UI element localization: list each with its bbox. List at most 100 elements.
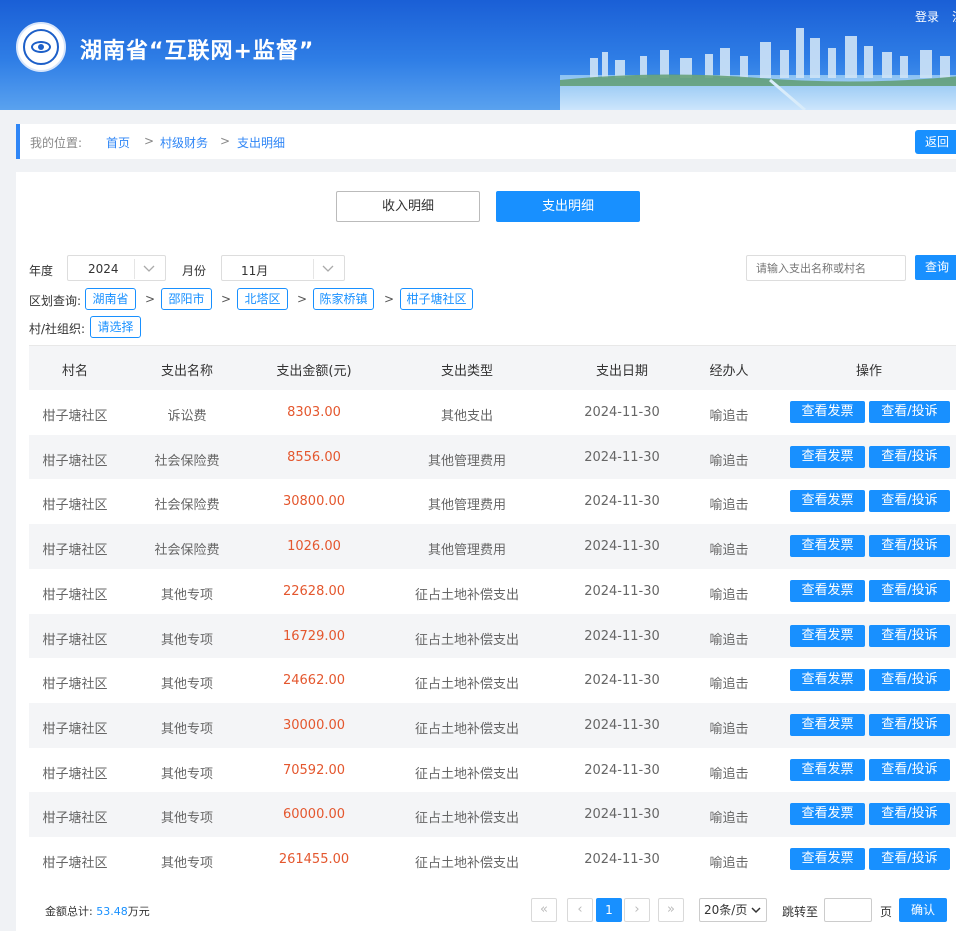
cell-handler: 喻追击 xyxy=(709,766,749,782)
cell-expense-name: 其他专项 xyxy=(160,766,213,782)
last-page-button[interactable]: » xyxy=(658,898,684,922)
cell-village: 柑子塘社区 xyxy=(42,587,108,603)
col-village: 村名 xyxy=(61,364,88,379)
table-row: 柑子塘社区 其他专项 30000.00 征占土地补偿支出 2024-11-30 喻追击 查看… xyxy=(29,702,956,748)
view-complain-button[interactable]: 查看/投诉 xyxy=(869,624,950,647)
view-complain-button[interactable]: 查看/投诉 xyxy=(869,713,950,736)
confirm-jump-button[interactable]: 确认 xyxy=(899,898,947,922)
page-size-select[interactable]: 20条/页 xyxy=(699,898,767,922)
cell-expense-name: 其他专项 xyxy=(160,721,213,737)
view-complain-button[interactable]: 查看/投诉 xyxy=(869,758,950,781)
col-actions: 操作 xyxy=(855,364,882,379)
breadcrumb-expense-detail[interactable]: 支出明细 xyxy=(237,134,285,151)
register-link[interactable]: 注 xyxy=(952,8,956,25)
cell-amount: 24662.00 xyxy=(282,673,346,689)
view-complain-button[interactable]: 查看/投诉 xyxy=(869,401,950,423)
view-invoice-button[interactable]: 查看发票 xyxy=(790,445,865,468)
region-separator: > xyxy=(297,292,308,306)
view-complain-button[interactable]: 查看/投诉 xyxy=(869,535,950,558)
breadcrumb-home[interactable]: 首页 xyxy=(106,134,130,151)
cell-amount: 22628.00 xyxy=(282,583,346,599)
region-separator: > xyxy=(145,292,156,306)
jump-page-input[interactable] xyxy=(824,898,872,922)
breadcrumb-separator: > xyxy=(144,134,155,148)
prev-page-button[interactable]: ‹ xyxy=(567,898,593,922)
cell-date: 2024-11-30 xyxy=(584,673,660,689)
view-invoice-button[interactable]: 查看发票 xyxy=(790,535,865,558)
cell-expense-name: 社会保险费 xyxy=(154,453,220,469)
cell-date: 2024-11-30 xyxy=(584,494,660,510)
region-chip-community[interactable]: 柑子塘社区 xyxy=(400,288,473,310)
cell-date: 2024-11-30 xyxy=(584,583,660,599)
query-button[interactable]: 查询 xyxy=(915,255,956,280)
back-button[interactable]: 返回 xyxy=(915,130,956,154)
cell-expense-name: 社会保险费 xyxy=(154,498,220,514)
cell-expense-name: 其他专项 xyxy=(160,811,213,827)
view-invoice-button[interactable]: 查看发票 xyxy=(790,803,865,826)
cell-expense-name: 其他专项 xyxy=(160,632,213,648)
view-invoice-button[interactable]: 查看发票 xyxy=(790,579,865,602)
cell-type: 征占土地补偿支出 xyxy=(414,632,519,648)
view-invoice-button[interactable]: 查看发票 xyxy=(790,624,865,647)
month-label: 月份 xyxy=(182,264,207,278)
table-row: 柑子塘社区 其他专项 70592.00 征占土地补偿支出 2024-11-30 喻追击 查看… xyxy=(29,747,956,793)
cell-amount: 70592.00 xyxy=(282,762,346,778)
cell-handler: 喻追击 xyxy=(709,453,749,469)
tab-income-detail[interactable]: 收入明细 xyxy=(336,191,480,222)
cell-handler: 喻追击 xyxy=(709,632,749,648)
cell-date: 2024-11-30 xyxy=(584,628,660,644)
view-complain-button[interactable]: 查看/投诉 xyxy=(869,490,950,513)
cell-date: 2024-11-30 xyxy=(584,539,660,555)
org-select-button[interactable]: 请选择 xyxy=(90,316,141,338)
next-page-button[interactable]: › xyxy=(624,898,650,922)
cell-date: 2024-11-30 xyxy=(584,449,660,465)
cell-amount: 261455.00 xyxy=(278,852,350,867)
cell-handler: 喻追击 xyxy=(709,498,749,514)
table-row: 柑子塘社区 其他专项 24662.00 征占土地补偿支出 2024-11-30 喻追击 查看… xyxy=(29,658,956,704)
view-complain-button[interactable]: 查看/投诉 xyxy=(869,848,950,870)
view-invoice-button[interactable]: 查看发票 xyxy=(790,758,865,781)
cell-village: 柑子塘社区 xyxy=(42,543,108,559)
search-input[interactable] xyxy=(746,255,906,281)
region-label: 区划查询: xyxy=(29,294,82,308)
region-chip-town[interactable]: 陈家桥镇 xyxy=(313,288,374,310)
cell-village: 柑子塘社区 xyxy=(42,498,108,514)
view-invoice-button[interactable]: 查看发票 xyxy=(790,490,865,513)
page-number-current[interactable]: 1 xyxy=(596,898,622,922)
region-chip-district[interactable]: 北塔区 xyxy=(237,288,288,310)
cell-type: 征占土地补偿支出 xyxy=(414,677,519,693)
view-complain-button[interactable]: 查看/投诉 xyxy=(869,579,950,602)
view-complain-button[interactable]: 查看/投诉 xyxy=(869,803,950,826)
cell-type: 其他支出 xyxy=(440,409,493,424)
view-invoice-button[interactable]: 查看发票 xyxy=(790,669,865,692)
region-separator: > xyxy=(384,292,395,306)
cell-handler: 喻追击 xyxy=(709,543,749,559)
login-link[interactable]: 登录 xyxy=(915,8,939,25)
cell-handler: 喻追击 xyxy=(709,856,749,871)
cell-amount: 16729.00 xyxy=(282,628,346,644)
cell-village: 柑子塘社区 xyxy=(42,721,108,737)
cell-date: 2024-11-30 xyxy=(584,762,660,778)
cell-type: 其他管理费用 xyxy=(427,498,506,514)
table-row: 柑子塘社区 其他专项 22628.00 征占土地补偿支出 2024-11-30 喻追击 查看… xyxy=(29,568,956,614)
cell-amount: 30800.00 xyxy=(282,494,346,510)
year-select[interactable]: 2024 xyxy=(67,255,166,281)
month-select[interactable]: 11月 xyxy=(221,255,345,281)
view-invoice-button[interactable]: 查看发票 xyxy=(790,713,865,736)
table-row: 柑子塘社区 社会保险费 30800.00 其他管理费用 2024-11-30 喻追击 查看发… xyxy=(29,479,956,525)
table-row: 柑子塘社区 诉讼费 8303.00 其他支出 2024-11-30 喻追击 查看发票 查看/投… xyxy=(29,390,956,435)
first-page-button[interactable]: « xyxy=(531,898,557,922)
region-chip-province[interactable]: 湖南省 xyxy=(85,288,136,310)
view-complain-button[interactable]: 查看/投诉 xyxy=(869,669,950,692)
cell-expense-name: 其他专项 xyxy=(160,677,213,693)
cell-amount: 1026.00 xyxy=(287,539,341,555)
table-row: 柑子塘社区 其他专项 16729.00 征占土地补偿支出 2024-11-30 喻追击 查看… xyxy=(29,613,956,659)
region-chip-city[interactable]: 邵阳市 xyxy=(161,288,212,310)
tab-expense-detail[interactable]: 支出明细 xyxy=(496,191,640,222)
view-invoice-button[interactable]: 查看发票 xyxy=(790,848,865,870)
breadcrumb-village-finance[interactable]: 村级财务 xyxy=(160,134,208,151)
cell-date: 2024-11-30 xyxy=(584,852,660,867)
page-unit-label: 页 xyxy=(880,905,893,919)
view-complain-button[interactable]: 查看/投诉 xyxy=(869,445,950,468)
view-invoice-button[interactable]: 查看发票 xyxy=(790,401,865,423)
